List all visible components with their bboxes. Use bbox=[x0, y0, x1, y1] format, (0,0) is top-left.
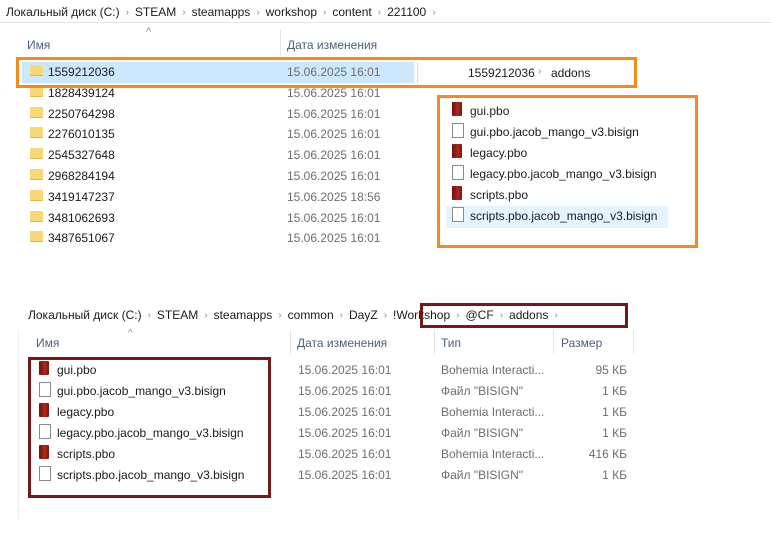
file-size: 95 КБ bbox=[595, 363, 627, 377]
file-type: Bohemia Interacti... bbox=[441, 405, 545, 419]
folder-row[interactable]: 2250764298 15.06.2025 16:01 bbox=[30, 104, 410, 124]
file-type: Bohemia Interacti... bbox=[441, 447, 545, 461]
sort-up-icon: ^ bbox=[146, 26, 152, 38]
file-date: 15.06.2025 16:01 bbox=[298, 426, 392, 440]
folder-row[interactable]: 3481062693 15.06.2025 16:01 bbox=[30, 208, 410, 228]
breadcrumb-item[interactable]: STEAM bbox=[129, 5, 182, 19]
folder-row[interactable]: 2545327648 15.06.2025 16:01 bbox=[30, 145, 410, 165]
file-type: Bohemia Interacti... bbox=[441, 363, 545, 377]
column-header-name[interactable]: Имя bbox=[36, 336, 59, 350]
divider bbox=[0, 22, 771, 23]
folder-date: 15.06.2025 16:01 bbox=[287, 148, 381, 163]
file-date: 15.06.2025 16:01 bbox=[298, 447, 392, 461]
column-header-date[interactable]: Дата изменения bbox=[297, 336, 387, 350]
column-header-name[interactable]: Имя bbox=[27, 38, 50, 52]
file-date: 15.06.2025 16:01 bbox=[298, 405, 392, 419]
folder-icon bbox=[30, 169, 43, 180]
file-size: 1 КБ bbox=[602, 426, 627, 440]
folder-date: 15.06.2025 16:01 bbox=[287, 231, 381, 246]
top-breadcrumb[interactable]: Локальный диск (C:) › STEAM › steamapps › work… bbox=[0, 3, 436, 21]
folder-date: 15.06.2025 16:01 bbox=[287, 106, 381, 121]
breadcrumb-item[interactable]: Локальный диск (C:) bbox=[0, 5, 126, 19]
breadcrumb-item[interactable]: common bbox=[282, 308, 340, 322]
folder-date: 15.06.2025 16:01 bbox=[287, 169, 381, 183]
file-type: Файл "BISIGN" bbox=[441, 384, 524, 398]
folder-icon bbox=[30, 231, 43, 243]
breadcrumb-item[interactable]: STEAM bbox=[151, 308, 204, 322]
folder-name: 2276010135 bbox=[48, 127, 115, 142]
file-size: 1 КБ bbox=[602, 384, 627, 398]
folder-name: 2968284194 bbox=[48, 169, 115, 183]
divider bbox=[18, 330, 19, 520]
folder-row[interactable]: 3487651067 15.06.2025 16:01 bbox=[30, 228, 410, 248]
column-header-size[interactable]: Размер bbox=[561, 336, 602, 350]
file-size: 1 КБ bbox=[602, 405, 627, 419]
breadcrumb-item[interactable]: 221100 bbox=[381, 5, 432, 19]
folder-name: 3419147237 bbox=[48, 189, 115, 204]
highlight-box-selected-folder bbox=[16, 57, 637, 88]
column-header-date[interactable]: Дата изменения bbox=[287, 38, 377, 52]
folder-row[interactable]: 2968284194 15.06.2025 16:01 bbox=[30, 166, 410, 186]
folder-icon bbox=[30, 189, 43, 201]
file-date: 15.06.2025 16:01 bbox=[298, 384, 392, 398]
folder-icon bbox=[30, 106, 43, 118]
file-date: 15.06.2025 16:01 bbox=[298, 363, 392, 377]
folder-icon bbox=[30, 127, 43, 139]
breadcrumb-item[interactable]: steamapps bbox=[186, 5, 257, 19]
file-size: 1 КБ bbox=[602, 468, 627, 482]
breadcrumb-item[interactable]: Локальный диск (C:) bbox=[22, 308, 148, 322]
file-size: 416 КБ bbox=[588, 447, 627, 461]
highlight-box-files bbox=[28, 357, 271, 498]
file-type: Файл "BISIGN" bbox=[441, 426, 524, 440]
breadcrumb-item[interactable]: DayZ bbox=[343, 308, 384, 322]
highlight-box-inner-files bbox=[437, 95, 698, 248]
folder-icon bbox=[30, 210, 43, 222]
chevron-right-icon: › bbox=[432, 6, 436, 18]
folder-row[interactable]: 2276010135 15.06.2025 16:01 bbox=[30, 124, 410, 144]
sort-up-icon: ^ bbox=[128, 328, 133, 339]
breadcrumb-item[interactable]: workshop bbox=[260, 5, 323, 19]
folder-icon bbox=[30, 148, 43, 160]
breadcrumb-item[interactable]: steamapps bbox=[208, 308, 279, 322]
breadcrumb-item[interactable]: content bbox=[326, 5, 377, 19]
folder-row[interactable]: 3419147237 15.06.2025 18:56 bbox=[30, 187, 410, 207]
column-header-type[interactable]: Тип bbox=[441, 336, 461, 350]
folder-date: 15.06.2025 16:01 bbox=[287, 210, 381, 225]
folder-name: 3487651067 bbox=[48, 231, 115, 246]
folder-date: 15.06.2025 18:56 bbox=[287, 189, 381, 204]
folder-name: 3481062693 bbox=[48, 210, 115, 225]
file-type: Файл "BISIGN" bbox=[441, 468, 524, 482]
folder-date: 15.06.2025 16:01 bbox=[287, 127, 381, 142]
file-date: 15.06.2025 16:01 bbox=[298, 468, 392, 482]
highlight-box-breadcrumb bbox=[420, 303, 628, 328]
folder-name: 2250764298 bbox=[48, 106, 115, 121]
folder-name: 2545327648 bbox=[48, 148, 115, 163]
